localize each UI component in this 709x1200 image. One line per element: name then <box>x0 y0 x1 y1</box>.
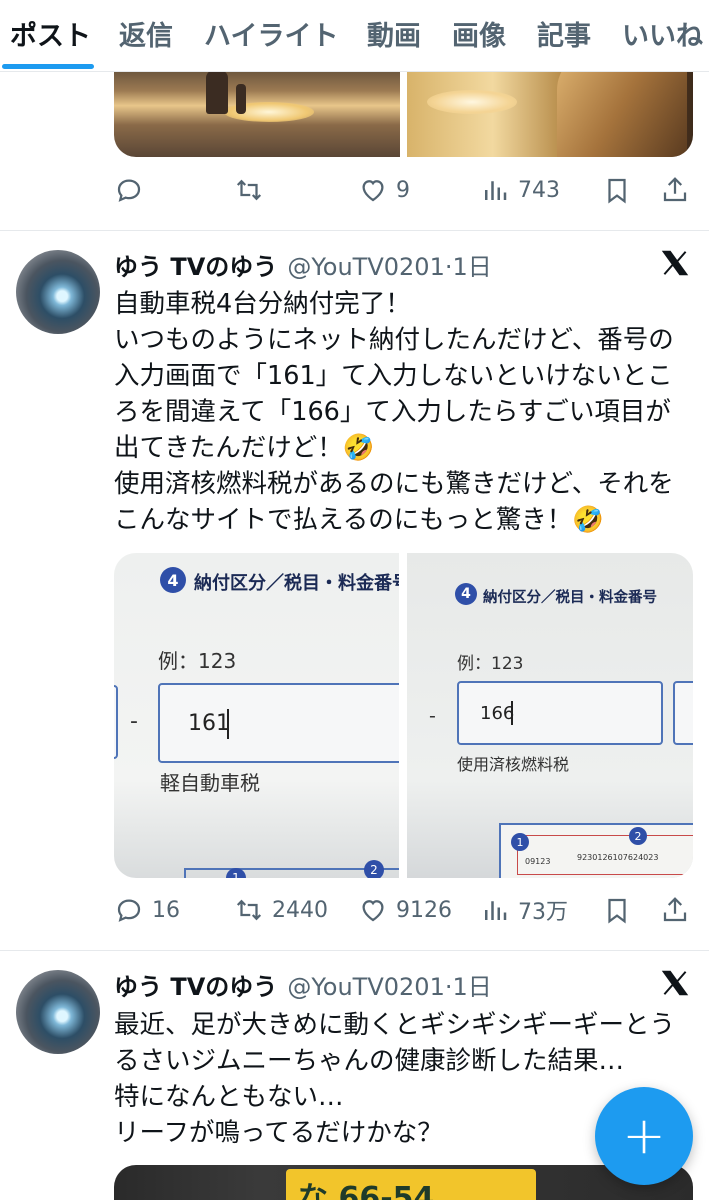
photo-input-value: 161 <box>188 711 230 736</box>
divider <box>0 950 709 951</box>
repost-icon <box>236 899 262 921</box>
photo-input-value: 166 <box>480 703 515 724</box>
tab-replies[interactable]: 返信 <box>119 14 173 53</box>
views-button[interactable]: 743 <box>480 170 560 210</box>
bookmark-button[interactable] <box>602 890 632 930</box>
step-two-badge: 2 <box>629 827 647 845</box>
reply-count: 16 <box>152 897 180 923</box>
photo-input-prev <box>114 685 118 759</box>
photo-input-next <box>673 681 693 745</box>
repost-button[interactable]: 2440 <box>234 890 328 930</box>
compose-button[interactable]: + <box>595 1087 693 1185</box>
photo-tax-label: 使用済核燃料税 <box>457 755 570 774</box>
repost-icon <box>236 179 262 201</box>
tweet-media[interactable]: 4 納付区分／税目・料金番号 例：123 - 161 軽自動車税 1 2 4 納… <box>114 553 693 878</box>
tweet-media[interactable]: な 66-54 <box>114 1165 693 1200</box>
step-two-badge: 2 <box>364 860 384 878</box>
author-name[interactable]: ゆう TVのゆう <box>114 247 277 282</box>
tweet-text: 自動車税4台分納付完了！ いつものようにネット納付したんだけど、番号の入力画面で… <box>114 289 674 535</box>
author-name[interactable]: ゆう TVのゆう <box>114 967 277 1002</box>
repost-button[interactable] <box>234 170 272 210</box>
plate-text: な 66-54 <box>298 1181 435 1200</box>
tab-videos[interactable]: 動画 <box>367 14 421 53</box>
share-icon <box>663 897 687 922</box>
like-count: 9 <box>396 177 410 203</box>
step-badge: 4 <box>160 567 186 593</box>
tab-likes[interactable]: いいね <box>622 14 703 53</box>
share-button[interactable] <box>660 170 690 210</box>
avatar[interactable] <box>16 970 100 1054</box>
photo-heading: 納付区分／税目・料金番号 <box>483 590 657 606</box>
tab-posts[interactable]: ポスト <box>10 14 91 53</box>
step-badge: 4 <box>455 583 477 605</box>
photo-example: 例：123 <box>457 654 524 674</box>
tab-highlights[interactable]: ハイライト <box>204 14 338 53</box>
tab-articles[interactable]: 記事 <box>537 14 591 53</box>
tab-images[interactable]: 画像 <box>452 14 506 53</box>
plus-icon: + <box>622 1106 666 1166</box>
step-one-badge: 1 <box>511 833 529 851</box>
photo-small-number-b: 9230126107624023 <box>577 853 659 862</box>
photo-example: 例：123 <box>158 649 237 673</box>
tweet-header: ゆう TVのゆう @YouTV0201·1日 <box>114 967 492 1001</box>
photo-heading: 納付区分／税目・料金番号 <box>194 573 399 594</box>
reply-button[interactable] <box>114 170 152 210</box>
divider <box>0 230 709 231</box>
bookmark-icon <box>608 898 626 924</box>
author-handle[interactable]: @YouTV0201·1日 <box>287 247 491 282</box>
heart-icon <box>362 180 384 202</box>
like-button[interactable]: 9126 <box>358 890 452 930</box>
views-count: 73万 <box>518 900 568 925</box>
photo-dash: - <box>429 705 436 727</box>
photo-license-plate[interactable]: な 66-54 <box>114 1165 693 1200</box>
profile-tabs: ポスト 返信 ハイライト 動画 画像 記事 いいね <box>0 0 709 72</box>
x-logo-icon <box>661 250 689 276</box>
reply-icon <box>117 899 141 922</box>
photo-tax-label: 軽自動車税 <box>160 771 260 795</box>
repost-count: 2440 <box>272 897 328 923</box>
photo-small-number-a: 09123 <box>525 857 551 866</box>
author-handle[interactable]: @YouTV0201·1日 <box>287 967 491 1002</box>
tweet-actions: 16 2440 9126 73万 <box>114 890 694 930</box>
heart-icon <box>362 900 384 922</box>
views-icon <box>485 181 507 200</box>
x-logo-icon <box>661 970 689 996</box>
photo-dash: - <box>130 709 138 734</box>
bookmark-button[interactable] <box>602 170 632 210</box>
photo-right[interactable]: 4 納付区分／税目・料金番号 例：123 - 166 使用済核燃料税 1 2 0… <box>407 553 693 878</box>
active-tab-indicator <box>2 64 94 69</box>
reply-button[interactable]: 16 <box>114 890 180 930</box>
like-button[interactable]: 9 <box>358 170 410 210</box>
views-count: 743 <box>518 177 560 203</box>
views-icon <box>485 901 507 920</box>
photo-left[interactable]: 4 納付区分／税目・料金番号 例：123 - 161 軽自動車税 1 2 <box>114 553 399 878</box>
reply-icon <box>117 179 141 202</box>
avatar[interactable] <box>16 250 100 334</box>
like-count: 9126 <box>396 897 452 923</box>
views-button[interactable]: 73万 <box>480 890 568 930</box>
share-icon <box>663 177 687 202</box>
prev-post-actions: 9 743 <box>114 170 694 210</box>
tweet-header: ゆう TVのゆう @YouTV0201·1日 <box>114 247 492 281</box>
share-button[interactable] <box>660 890 690 930</box>
bookmark-icon <box>608 178 626 204</box>
